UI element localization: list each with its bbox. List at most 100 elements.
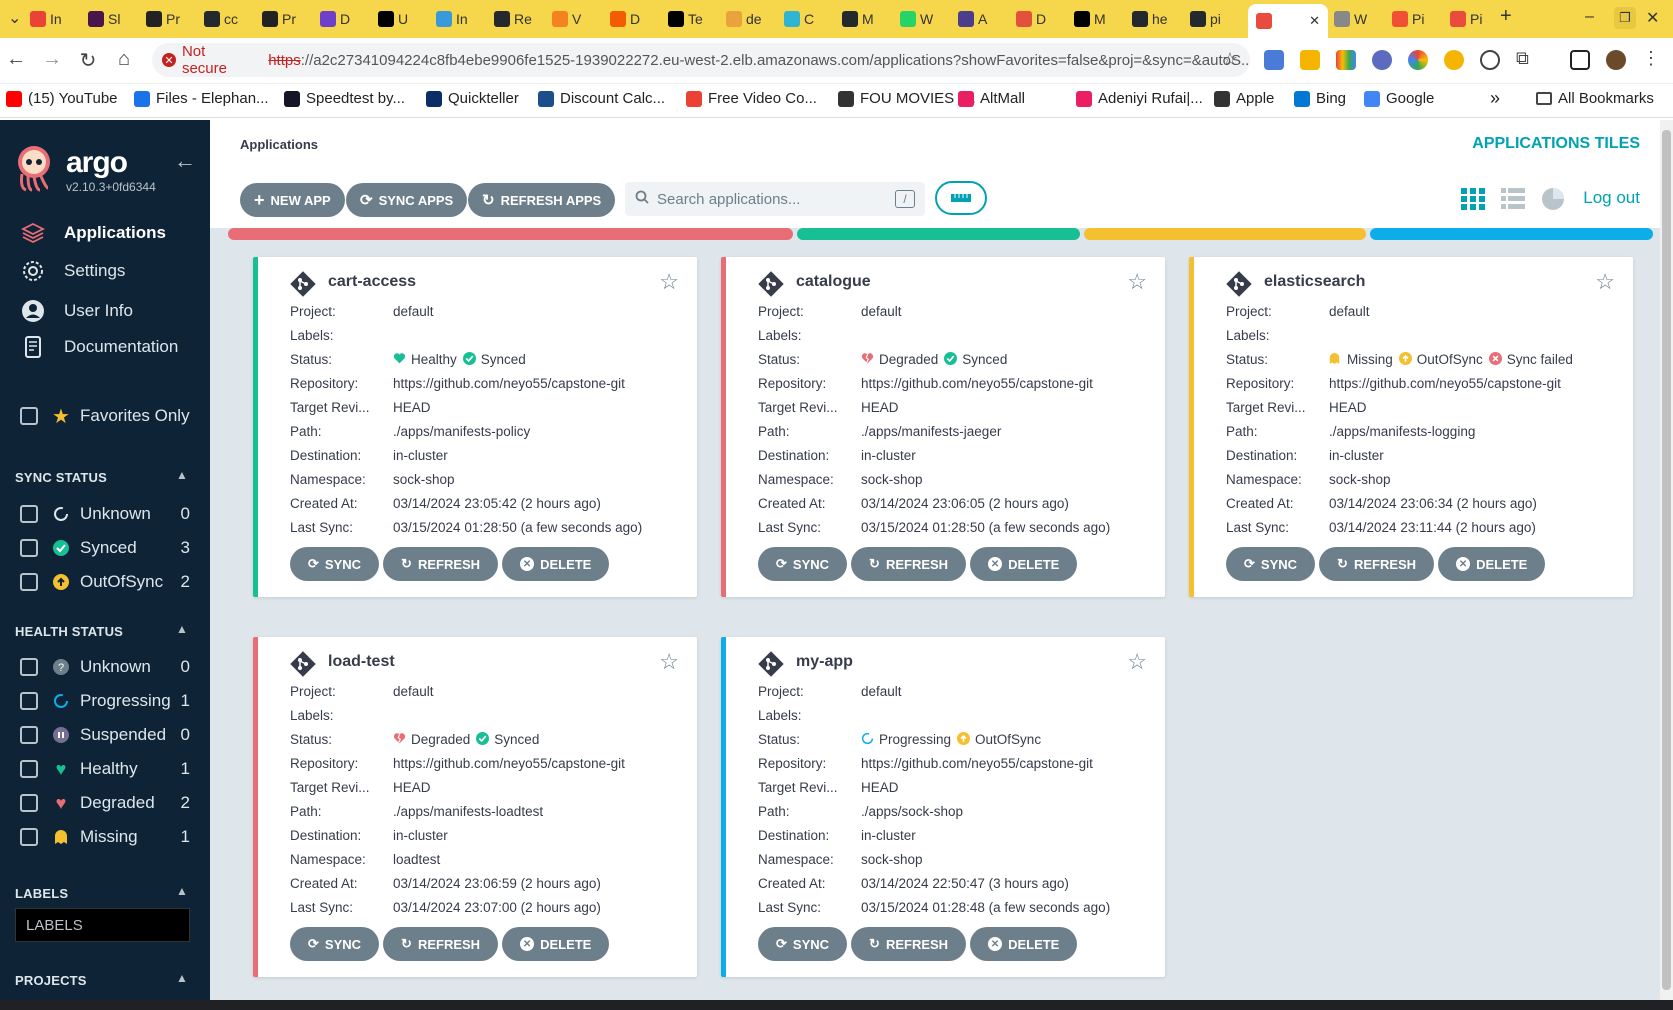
browser-tab[interactable]: pi: [1190, 6, 1221, 32]
browser-tab[interactable]: C: [784, 6, 814, 32]
browser-tab[interactable]: W: [900, 6, 933, 32]
page-scrollbar[interactable]: [1660, 120, 1673, 1000]
filter-health-unknown[interactable]: ? Unknown 0: [20, 657, 190, 677]
sync-button[interactable]: ⟳ SYNC: [290, 547, 380, 581]
tab-search-icon[interactable]: ⌄: [8, 8, 21, 28]
browser-tab[interactable]: M: [1074, 6, 1106, 32]
browser-tab[interactable]: Re: [494, 6, 532, 32]
sparkle-extension-icon[interactable]: [1372, 50, 1392, 70]
filter-health-missing[interactable]: Missing 1: [20, 827, 190, 847]
browser-tab[interactable]: D: [320, 6, 350, 32]
nav-documentation[interactable]: Documentation: [20, 334, 178, 360]
sync-button[interactable]: ⟳ SYNC: [1226, 547, 1316, 581]
bookmark-item[interactable]: Apple: [1214, 90, 1274, 107]
close-tab-icon[interactable]: ✕: [1309, 13, 1320, 29]
delete-button[interactable]: ✕ DELETE: [970, 927, 1078, 961]
refresh-button[interactable]: ↻ REFRESH: [1319, 547, 1435, 581]
bookmark-item[interactable]: Adeniyi Rufai|...: [1076, 90, 1203, 107]
bookmark-item[interactable]: FOU MOVIES -...: [838, 90, 976, 107]
favorite-star-icon[interactable]: ☆: [659, 649, 679, 675]
bookmark-item[interactable]: Files - Elephan...: [134, 90, 269, 107]
more-bookmarks-icon[interactable]: »: [1490, 88, 1500, 109]
refresh-button[interactable]: ↻ REFRESH: [383, 547, 499, 581]
restore-icon[interactable]: ❐: [1614, 7, 1636, 29]
bookmark-item[interactable]: Quickteller: [426, 90, 519, 107]
browser-tab[interactable]: Sl: [88, 6, 120, 32]
address-bar[interactable]: ✕ Not secure https://a2c27341094224c8fb4e…: [152, 43, 1250, 77]
bookmark-item[interactable]: Bing: [1294, 90, 1346, 107]
browser-tab[interactable]: Pi: [1392, 6, 1424, 32]
browser-tab[interactable]: D: [610, 6, 640, 32]
breadcrumb[interactable]: Applications: [240, 137, 318, 152]
minimize-icon[interactable]: –: [1585, 8, 1594, 26]
bookmark-item[interactable]: Discount Calc...: [538, 90, 665, 107]
filter-health-progressing[interactable]: Progressing 1: [20, 691, 190, 711]
app-name[interactable]: elasticsearch: [1264, 273, 1365, 291]
nav-user-info[interactable]: User Info: [20, 298, 133, 324]
home-icon[interactable]: ⌂: [112, 48, 136, 71]
application-card[interactable]: cart-access ☆ Project: default Labels: St…: [253, 257, 697, 597]
bookmark-star-icon[interactable]: ☆: [1222, 49, 1238, 70]
labels-input[interactable]: LABELS: [15, 908, 190, 942]
favorites-checkbox[interactable]: [20, 407, 38, 425]
collapse-sync-status-icon[interactable]: ▲: [176, 468, 188, 482]
colorful-extension-icon[interactable]: [1336, 50, 1356, 70]
application-card[interactable]: load-test ☆ Project: default Labels: Stat…: [253, 637, 697, 977]
weather-extension-icon[interactable]: [1444, 50, 1464, 70]
refresh-button[interactable]: ↻ REFRESH: [383, 927, 499, 961]
app-name[interactable]: catalogue: [796, 273, 871, 291]
application-card[interactable]: my-app ☆ Project: default Labels: Status:…: [721, 637, 1165, 977]
sync-apps-button[interactable]: ⟳ SYNC APPS: [346, 183, 468, 217]
favorite-star-icon[interactable]: ☆: [659, 269, 679, 295]
browser-tab[interactable]: cc: [204, 6, 238, 32]
checkbox[interactable]: [20, 828, 38, 846]
search-input[interactable]: Search applications... /: [625, 182, 925, 216]
collapse-sidebar-icon[interactable]: ←: [174, 148, 196, 174]
checkbox[interactable]: [20, 539, 38, 557]
url-text[interactable]: https://a2c27341094224c8fb4ebe9906fe1525…: [268, 52, 1250, 69]
new-app-button[interactable]: + NEW APP: [240, 183, 345, 217]
not-secure-badge[interactable]: ✕ Not secure: [162, 43, 254, 77]
browser-tab[interactable]: In: [436, 6, 468, 32]
browser-tab[interactable]: he: [1132, 6, 1168, 32]
browser-tab[interactable]: Pi: [1450, 6, 1482, 32]
bookmark-item[interactable]: Google: [1364, 90, 1434, 107]
browser-tab[interactable]: A: [958, 6, 987, 32]
checkbox[interactable]: [20, 760, 38, 778]
application-card[interactable]: catalogue ☆ Project: default Labels: Stat…: [721, 257, 1165, 597]
tiles-view-icon[interactable]: [1460, 187, 1486, 211]
back-icon[interactable]: ←: [4, 48, 28, 71]
checkbox[interactable]: [20, 726, 38, 744]
application-card[interactable]: elasticsearch ☆ Project: default Labels: …: [1189, 257, 1633, 597]
app-name[interactable]: my-app: [796, 653, 853, 671]
browser-tab[interactable]: M: [842, 6, 874, 32]
collapse-health-status-icon[interactable]: ▲: [176, 622, 188, 636]
filter-sync-outofsync[interactable]: OutOfSync 2: [20, 572, 190, 592]
delete-button[interactable]: ✕ DELETE: [502, 927, 610, 961]
nav-settings[interactable]: Settings: [20, 258, 125, 284]
all-bookmarks[interactable]: All Bookmarks: [1536, 90, 1654, 107]
app-name[interactable]: cart-access: [328, 273, 416, 291]
bookmark-item[interactable]: AltMall: [958, 90, 1025, 107]
collapse-projects-icon[interactable]: ▲: [176, 971, 188, 985]
nav-applications[interactable]: Applications: [20, 220, 166, 246]
checkbox[interactable]: [20, 692, 38, 710]
kebab-menu-icon[interactable]: ⋮: [1642, 48, 1662, 68]
translate-extension-icon[interactable]: [1264, 50, 1284, 70]
forward-icon[interactable]: →: [40, 48, 64, 71]
close-window-icon[interactable]: ✕: [1646, 8, 1659, 28]
refresh-button[interactable]: ↻ REFRESH: [851, 547, 967, 581]
browser-tab[interactable]: U: [378, 6, 408, 32]
collapse-labels-icon[interactable]: ▲: [176, 884, 188, 898]
checkbox[interactable]: [20, 573, 38, 591]
sync-button[interactable]: ⟳ SYNC: [758, 927, 848, 961]
delete-button[interactable]: ✕ DELETE: [1438, 547, 1546, 581]
new-tab-button[interactable]: +: [1500, 5, 1512, 28]
sync-button[interactable]: ⟳ SYNC: [290, 927, 380, 961]
browser-tab[interactable]: Te: [668, 6, 703, 32]
list-view-icon[interactable]: [1500, 187, 1526, 211]
profile-avatar[interactable]: [1606, 50, 1626, 70]
favorite-star-icon[interactable]: ☆: [1127, 649, 1147, 675]
browser-tab[interactable]: de: [726, 6, 762, 32]
keep-extension-icon[interactable]: [1300, 50, 1320, 70]
